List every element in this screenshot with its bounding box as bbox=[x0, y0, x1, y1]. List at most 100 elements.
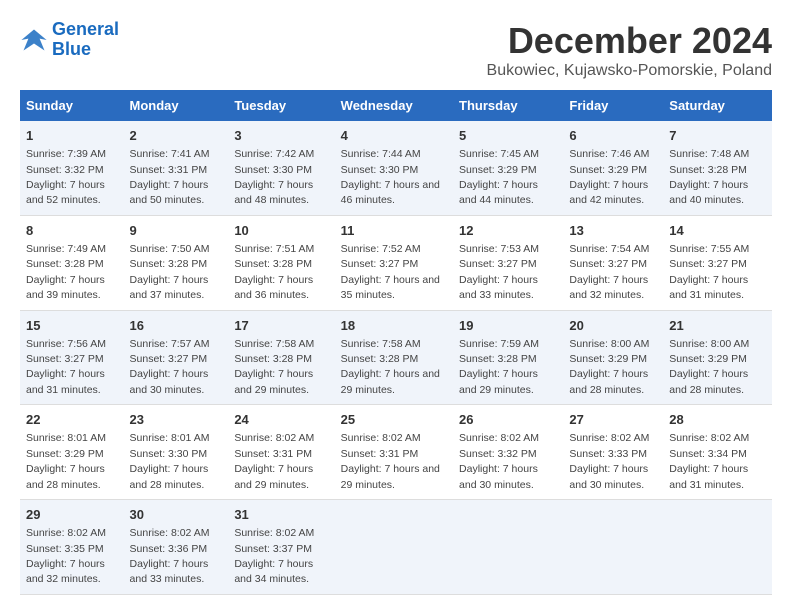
day-number: 4 bbox=[341, 127, 447, 145]
day-number: 12 bbox=[459, 222, 557, 240]
day-info: Sunrise: 7:58 AMSunset: 3:28 PMDaylight:… bbox=[341, 338, 440, 396]
page-header: GeneralBlue December 2024 Bukowiec, Kuja… bbox=[20, 20, 772, 80]
day-info: Sunrise: 7:58 AMSunset: 3:28 PMDaylight:… bbox=[234, 338, 314, 396]
day-number: 18 bbox=[341, 317, 447, 335]
calendar-cell: 12 Sunrise: 7:53 AMSunset: 3:27 PMDayligh… bbox=[453, 215, 563, 310]
calendar-cell: 13Sunrise: 7:54 AMSunset: 3:27 PMDayligh… bbox=[563, 215, 663, 310]
day-number: 15 bbox=[26, 317, 118, 335]
logo: GeneralBlue bbox=[20, 20, 119, 60]
day-info: Sunrise: 8:00 AMSunset: 3:29 PMDaylight:… bbox=[669, 338, 749, 396]
day-number: 7 bbox=[669, 127, 766, 145]
day-info: Sunrise: 8:02 AMSunset: 3:32 PMDaylight:… bbox=[459, 432, 539, 490]
calendar-cell: 14 Sunrise: 7:55 AMSunset: 3:27 PMDayligh… bbox=[663, 215, 772, 310]
logo-text: GeneralBlue bbox=[52, 20, 119, 60]
calendar-cell: 11 Sunrise: 7:52 AMSunset: 3:27 PMDayligh… bbox=[335, 215, 453, 310]
day-number: 31 bbox=[234, 506, 328, 524]
calendar-table: SundayMondayTuesdayWednesdayThursdayFrid… bbox=[20, 90, 772, 595]
calendar-cell: 21 Sunrise: 8:00 AMSunset: 3:29 PMDayligh… bbox=[663, 310, 772, 405]
calendar-cell: 15 Sunrise: 7:56 AMSunset: 3:27 PMDayligh… bbox=[20, 310, 124, 405]
calendar-cell: 8Sunrise: 7:49 AMSunset: 3:28 PMDaylight… bbox=[20, 215, 124, 310]
day-info: Sunrise: 7:57 AMSunset: 3:27 PMDaylight:… bbox=[130, 338, 210, 396]
day-info: Sunrise: 7:42 AMSunset: 3:30 PMDaylight:… bbox=[234, 148, 314, 206]
calendar-cell: 27 Sunrise: 8:02 AMSunset: 3:33 PMDayligh… bbox=[563, 405, 663, 500]
day-info: Sunrise: 8:02 AMSunset: 3:31 PMDaylight:… bbox=[341, 432, 440, 490]
calendar-cell: 2 Sunrise: 7:41 AMSunset: 3:31 PMDaylight… bbox=[124, 121, 229, 215]
week-row-1: 1 Sunrise: 7:39 AMSunset: 3:32 PMDaylight… bbox=[20, 121, 772, 215]
day-info: Sunrise: 7:48 AMSunset: 3:28 PMDaylight:… bbox=[669, 148, 749, 206]
day-number: 16 bbox=[130, 317, 223, 335]
calendar-cell: 28Sunrise: 8:02 AMSunset: 3:34 PMDayligh… bbox=[663, 405, 772, 500]
day-info: Sunrise: 8:02 AMSunset: 3:36 PMDaylight:… bbox=[130, 527, 210, 585]
day-number: 20 bbox=[569, 317, 657, 335]
day-info: Sunrise: 8:02 AMSunset: 3:37 PMDaylight:… bbox=[234, 527, 314, 585]
calendar-cell: 9Sunrise: 7:50 AMSunset: 3:28 PMDaylight… bbox=[124, 215, 229, 310]
day-number: 13 bbox=[569, 222, 657, 240]
calendar-cell: 17 Sunrise: 7:58 AMSunset: 3:28 PMDayligh… bbox=[228, 310, 334, 405]
day-number: 17 bbox=[234, 317, 328, 335]
day-number: 27 bbox=[569, 411, 657, 429]
day-number: 30 bbox=[130, 506, 223, 524]
header-saturday: Saturday bbox=[663, 90, 772, 121]
calendar-cell: 20 Sunrise: 8:00 AMSunset: 3:29 PMDayligh… bbox=[563, 310, 663, 405]
calendar-cell: 16 Sunrise: 7:57 AMSunset: 3:27 PMDayligh… bbox=[124, 310, 229, 405]
header-wednesday: Wednesday bbox=[335, 90, 453, 121]
day-number: 1 bbox=[26, 127, 118, 145]
header-tuesday: Tuesday bbox=[228, 90, 334, 121]
calendar-cell: 25 Sunrise: 8:02 AMSunset: 3:31 PMDayligh… bbox=[335, 405, 453, 500]
day-info: Sunrise: 7:56 AMSunset: 3:27 PMDaylight:… bbox=[26, 338, 106, 396]
day-info: Sunrise: 7:45 AMSunset: 3:29 PMDaylight:… bbox=[459, 148, 539, 206]
day-info: Sunrise: 7:41 AMSunset: 3:31 PMDaylight:… bbox=[130, 148, 210, 206]
header-sunday: Sunday bbox=[20, 90, 124, 121]
week-row-2: 8Sunrise: 7:49 AMSunset: 3:28 PMDaylight… bbox=[20, 215, 772, 310]
day-number: 21 bbox=[669, 317, 766, 335]
calendar-cell bbox=[335, 500, 453, 595]
calendar-cell: 19 Sunrise: 7:59 AMSunset: 3:28 PMDayligh… bbox=[453, 310, 563, 405]
calendar-cell: 30 Sunrise: 8:02 AMSunset: 3:36 PMDayligh… bbox=[124, 500, 229, 595]
day-number: 23 bbox=[130, 411, 223, 429]
day-info: Sunrise: 7:46 AMSunset: 3:29 PMDaylight:… bbox=[569, 148, 649, 206]
calendar-subtitle: Bukowiec, Kujawsko-Pomorskie, Poland bbox=[487, 62, 772, 80]
day-number: 19 bbox=[459, 317, 557, 335]
day-number: 10 bbox=[234, 222, 328, 240]
day-info: Sunrise: 7:51 AMSunset: 3:28 PMDaylight:… bbox=[234, 243, 314, 301]
day-number: 26 bbox=[459, 411, 557, 429]
calendar-title: December 2024 bbox=[487, 20, 772, 62]
calendar-cell: 4 Sunrise: 7:44 AMSunset: 3:30 PMDaylight… bbox=[335, 121, 453, 215]
calendar-cell bbox=[453, 500, 563, 595]
day-info: Sunrise: 7:53 AMSunset: 3:27 PMDaylight:… bbox=[459, 243, 539, 301]
calendar-cell bbox=[663, 500, 772, 595]
calendar-cell: 6 Sunrise: 7:46 AMSunset: 3:29 PMDaylight… bbox=[563, 121, 663, 215]
day-number: 28 bbox=[669, 411, 766, 429]
week-row-5: 29 Sunrise: 8:02 AMSunset: 3:35 PMDayligh… bbox=[20, 500, 772, 595]
header-friday: Friday bbox=[563, 90, 663, 121]
day-number: 11 bbox=[341, 222, 447, 240]
logo-icon bbox=[20, 26, 48, 54]
day-info: Sunrise: 7:44 AMSunset: 3:30 PMDaylight:… bbox=[341, 148, 440, 206]
day-number: 29 bbox=[26, 506, 118, 524]
header-monday: Monday bbox=[124, 90, 229, 121]
day-number: 6 bbox=[569, 127, 657, 145]
day-info: Sunrise: 8:02 AMSunset: 3:35 PMDaylight:… bbox=[26, 527, 106, 585]
calendar-cell: 7 Sunrise: 7:48 AMSunset: 3:28 PMDaylight… bbox=[663, 121, 772, 215]
header-thursday: Thursday bbox=[453, 90, 563, 121]
day-number: 25 bbox=[341, 411, 447, 429]
day-info: Sunrise: 7:52 AMSunset: 3:27 PMDaylight:… bbox=[341, 243, 440, 301]
calendar-cell: 26 Sunrise: 8:02 AMSunset: 3:32 PMDayligh… bbox=[453, 405, 563, 500]
day-info: Sunrise: 7:39 AMSunset: 3:32 PMDaylight:… bbox=[26, 148, 106, 206]
calendar-cell: 22Sunrise: 8:01 AMSunset: 3:29 PMDayligh… bbox=[20, 405, 124, 500]
day-info: Sunrise: 7:59 AMSunset: 3:28 PMDaylight:… bbox=[459, 338, 539, 396]
day-info: Sunrise: 8:02 AMSunset: 3:31 PMDaylight:… bbox=[234, 432, 314, 490]
day-info: Sunrise: 8:02 AMSunset: 3:33 PMDaylight:… bbox=[569, 432, 649, 490]
day-number: 14 bbox=[669, 222, 766, 240]
calendar-cell: 10 Sunrise: 7:51 AMSunset: 3:28 PMDayligh… bbox=[228, 215, 334, 310]
day-info: Sunrise: 7:49 AMSunset: 3:28 PMDaylight:… bbox=[26, 243, 106, 301]
day-info: Sunrise: 7:55 AMSunset: 3:27 PMDaylight:… bbox=[669, 243, 749, 301]
day-info: Sunrise: 8:00 AMSunset: 3:29 PMDaylight:… bbox=[569, 338, 649, 396]
calendar-cell: 18 Sunrise: 7:58 AMSunset: 3:28 PMDayligh… bbox=[335, 310, 453, 405]
day-number: 9 bbox=[130, 222, 223, 240]
calendar-cell bbox=[563, 500, 663, 595]
day-number: 5 bbox=[459, 127, 557, 145]
day-number: 2 bbox=[130, 127, 223, 145]
day-number: 3 bbox=[234, 127, 328, 145]
calendar-cell: 24Sunrise: 8:02 AMSunset: 3:31 PMDayligh… bbox=[228, 405, 334, 500]
